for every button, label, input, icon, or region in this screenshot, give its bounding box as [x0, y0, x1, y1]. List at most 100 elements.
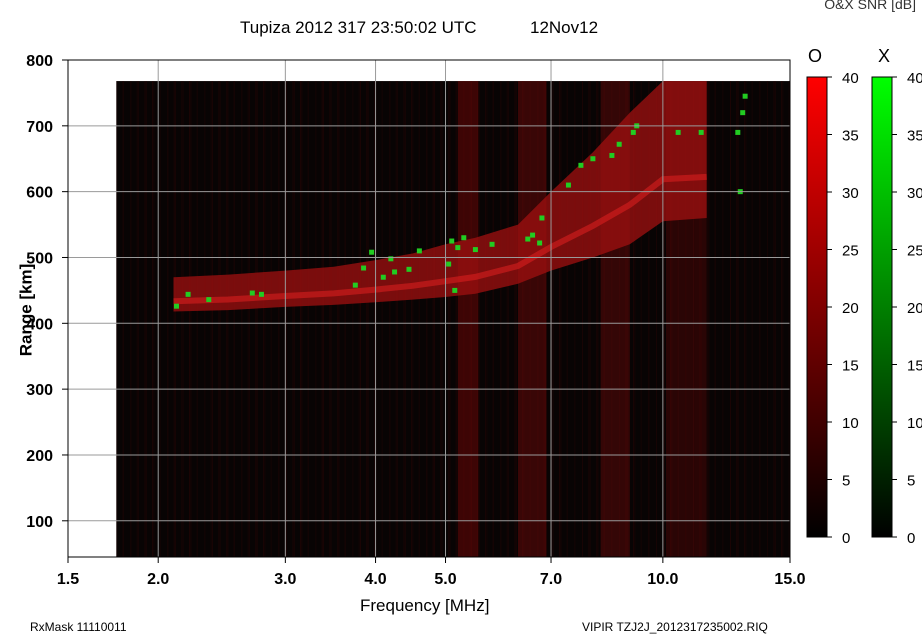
x-tick-label: 5.0 [434, 571, 456, 588]
x-echo-point [578, 162, 584, 168]
noise-stripe [366, 81, 368, 557]
noise-stripe [249, 81, 251, 557]
x-tick-label: 1.5 [57, 571, 79, 588]
noise-stripe [337, 81, 339, 557]
noise-stripe [737, 81, 739, 557]
noise-stripe [167, 81, 169, 557]
noise-stripe [227, 81, 229, 557]
noise-stripe [560, 81, 562, 557]
x-tick-label: 10.0 [647, 571, 678, 588]
noise-stripe [397, 81, 399, 557]
x-echo-point [675, 129, 681, 135]
o-band [457, 81, 479, 557]
x-echo-point [461, 235, 467, 241]
noise-stripe [514, 81, 516, 557]
noise-stripe [130, 81, 132, 557]
noise-stripe [515, 81, 517, 557]
noise-stripe [707, 81, 709, 557]
x-tick-label: 7.0 [540, 571, 562, 588]
noise-stripe [485, 81, 487, 557]
noise-stripe [744, 81, 746, 557]
y-tick-label: 300 [26, 382, 53, 399]
noise-stripe [256, 81, 258, 557]
x-echo-point [742, 93, 748, 99]
x-colorbar-tick-label: 25 [907, 243, 922, 260]
noise-stripe [432, 81, 434, 557]
x-echo-point [698, 129, 704, 135]
x-echo-point [449, 238, 455, 244]
noise-stripe [292, 81, 294, 557]
noise-stripe [352, 81, 354, 557]
o-colorbar-tick-label: 25 [842, 243, 859, 260]
noise-stripe [278, 81, 280, 557]
x-echo-point [565, 182, 571, 188]
noise-stripe [136, 81, 138, 557]
noise-stripe [255, 81, 257, 557]
y-tick-label: 500 [26, 250, 53, 267]
noise-stripe [381, 81, 383, 557]
x-echo-point [455, 245, 461, 251]
noise-stripe [411, 81, 413, 557]
noise-stripe [270, 81, 272, 557]
noise-stripe [330, 81, 332, 557]
noise-stripe [508, 81, 510, 557]
noise-stripe [767, 81, 769, 557]
noise-stripe [736, 81, 738, 557]
x-colorbar [871, 76, 893, 538]
noise-stripe [181, 81, 183, 557]
x-echo-point [392, 269, 398, 275]
noise-stripe [210, 81, 212, 557]
noise-stripe [782, 81, 784, 557]
o-colorbar [806, 76, 828, 538]
noise-stripe [293, 81, 295, 557]
noise-stripe [506, 81, 508, 557]
x-echo-point [206, 297, 212, 303]
o-colorbar-tick-label: 35 [842, 128, 859, 145]
x-echo-point [537, 240, 543, 246]
x-tick-label: 2.0 [147, 571, 169, 588]
x-echo-point [472, 247, 478, 253]
noise-stripe [426, 81, 428, 557]
x-echo-point [740, 110, 746, 116]
o-colorbar-tick-label: 10 [842, 415, 859, 432]
noise-stripe [722, 81, 724, 557]
y-tick-label: 400 [26, 316, 53, 333]
noise-stripe [759, 81, 761, 557]
noise-stripe [329, 81, 331, 557]
x-echo-point [446, 261, 452, 267]
x-echo-point [406, 266, 412, 272]
y-tick-label: 800 [26, 53, 53, 70]
noise-stripe [745, 81, 747, 557]
noise-stripe [159, 81, 161, 557]
x-colorbar-tick-label: 40 [907, 70, 922, 87]
x-colorbar-tick-label: 10 [907, 415, 922, 432]
noise-stripe [189, 81, 191, 557]
noise-stripe [486, 81, 488, 557]
x-echo-point [185, 291, 191, 297]
noise-stripe [264, 81, 266, 557]
noise-stripe [247, 81, 249, 557]
noise-stripe [552, 81, 554, 557]
noise-stripe [145, 81, 147, 557]
noise-stripe [152, 81, 154, 557]
ionogram-chart: 1.5 2.0 3.0 4.0 5.0 7.0 10.0 15.010020030040050… [26, 53, 922, 588]
noise-stripe [389, 81, 391, 557]
x-echo-point [539, 215, 545, 221]
noise-stripe [344, 81, 346, 557]
noise-stripe [374, 81, 376, 557]
x-echo-point [416, 248, 422, 254]
noise-stripe [358, 81, 360, 557]
noise-stripe [122, 81, 124, 557]
noise-stripe [367, 81, 369, 557]
o-colorbar-tick-label: 20 [842, 300, 859, 317]
noise-stripe [412, 81, 414, 557]
noise-stripe [708, 81, 710, 557]
noise-stripe [212, 81, 214, 557]
x-echo-point [630, 129, 636, 135]
noise-stripe [492, 81, 494, 557]
o-band [517, 81, 547, 557]
noise-stripe [566, 81, 568, 557]
noise-stripe [395, 81, 397, 557]
noise-stripe [441, 81, 443, 557]
noise-stripe [588, 81, 590, 557]
